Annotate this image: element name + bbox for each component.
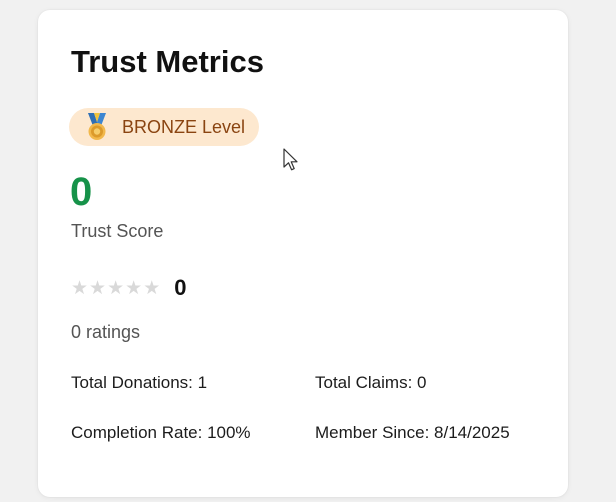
completion-rate: Completion Rate: 100% <box>71 423 251 442</box>
star-icon: ★ <box>143 277 161 299</box>
total-donations: Total Donations: 1 <box>71 373 208 392</box>
star-icon: ★ <box>107 277 125 299</box>
mouse-pointer-icon <box>283 148 298 171</box>
star-rating: ★ ★ ★ ★ ★ <box>71 279 160 298</box>
star-icon: ★ <box>89 277 107 299</box>
trust-metrics-card: Trust Metrics BRONZE Level 0 Trust Score… <box>38 10 568 497</box>
card-title: Trust Metrics <box>71 44 264 79</box>
rating-value: 0 <box>174 275 187 300</box>
medal-icon <box>88 113 106 140</box>
trust-score-label: Trust Score <box>71 221 164 241</box>
member-since: Member Since: 8/14/2025 <box>315 423 510 442</box>
rating-row: ★ ★ ★ ★ ★ 0 <box>71 277 186 299</box>
star-icon: ★ <box>125 277 143 299</box>
level-badge: BRONZE Level <box>69 108 260 146</box>
level-label: BRONZE Level <box>122 116 246 137</box>
trust-score-value: 0 <box>70 170 93 214</box>
star-icon: ★ <box>71 277 89 299</box>
ratings-count: 0 ratings <box>71 322 141 342</box>
total-claims: Total Claims: 0 <box>315 373 427 392</box>
